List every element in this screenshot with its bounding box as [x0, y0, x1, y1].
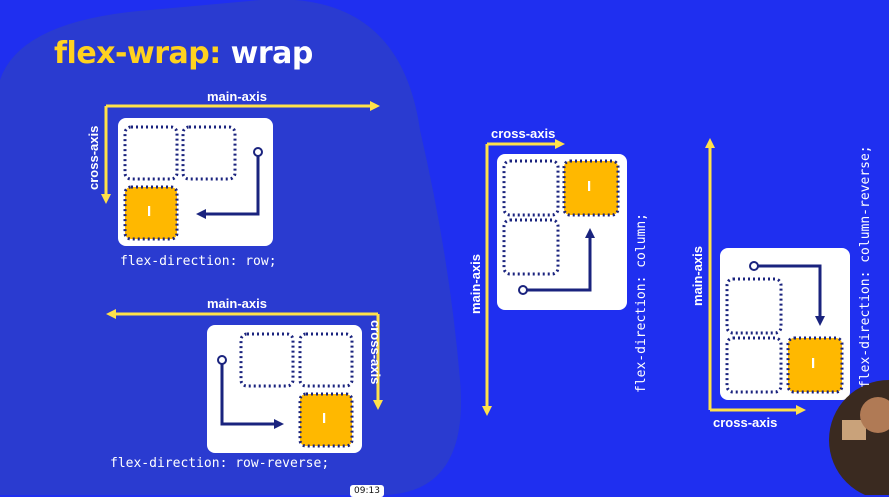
title-separator: :	[209, 36, 221, 71]
flow-start-dot	[253, 147, 263, 157]
flow-start-dot	[518, 285, 528, 295]
title-value: wrap	[220, 36, 314, 71]
main-axis-label: main-axis	[468, 254, 483, 314]
slide-title: flex-wrap: wrap	[54, 36, 313, 71]
item-marker: I	[587, 178, 592, 195]
code-column-reverse: flex-direction: column-reverse;	[858, 145, 873, 388]
item-marker: I	[147, 203, 152, 220]
code-column: flex-direction: column;	[634, 212, 649, 393]
cross-axis-label: cross-axis	[491, 126, 556, 141]
diagram-column-reverse	[705, 138, 850, 415]
cross-axis-label: cross-axis	[86, 125, 101, 190]
title-property: flex-wrap	[54, 36, 210, 71]
diagram-column	[482, 139, 627, 416]
cross-axis-label: cross-axis	[368, 320, 383, 385]
cross-axis-arrowhead	[796, 405, 806, 415]
main-axis-arrowhead	[705, 138, 715, 148]
code-row-reverse: flex-direction: row-reverse;	[110, 456, 330, 471]
cross-axis-arrowhead	[555, 139, 565, 149]
main-axis-label: main-axis	[207, 296, 267, 311]
cross-axis-label: cross-axis	[713, 415, 778, 430]
item-marker: I	[811, 355, 816, 372]
flow-start-dot	[749, 261, 759, 271]
main-axis-label: main-axis	[690, 246, 705, 306]
video-timestamp: 09:13	[350, 485, 384, 497]
slide: flex-wrap: wrap I I I I main-axis cross-…	[0, 0, 889, 497]
item-marker: I	[322, 410, 327, 427]
code-row: flex-direction: row;	[120, 254, 277, 269]
main-axis-label: main-axis	[207, 89, 267, 104]
flow-start-dot	[217, 355, 227, 365]
main-axis-arrowhead	[482, 406, 492, 416]
